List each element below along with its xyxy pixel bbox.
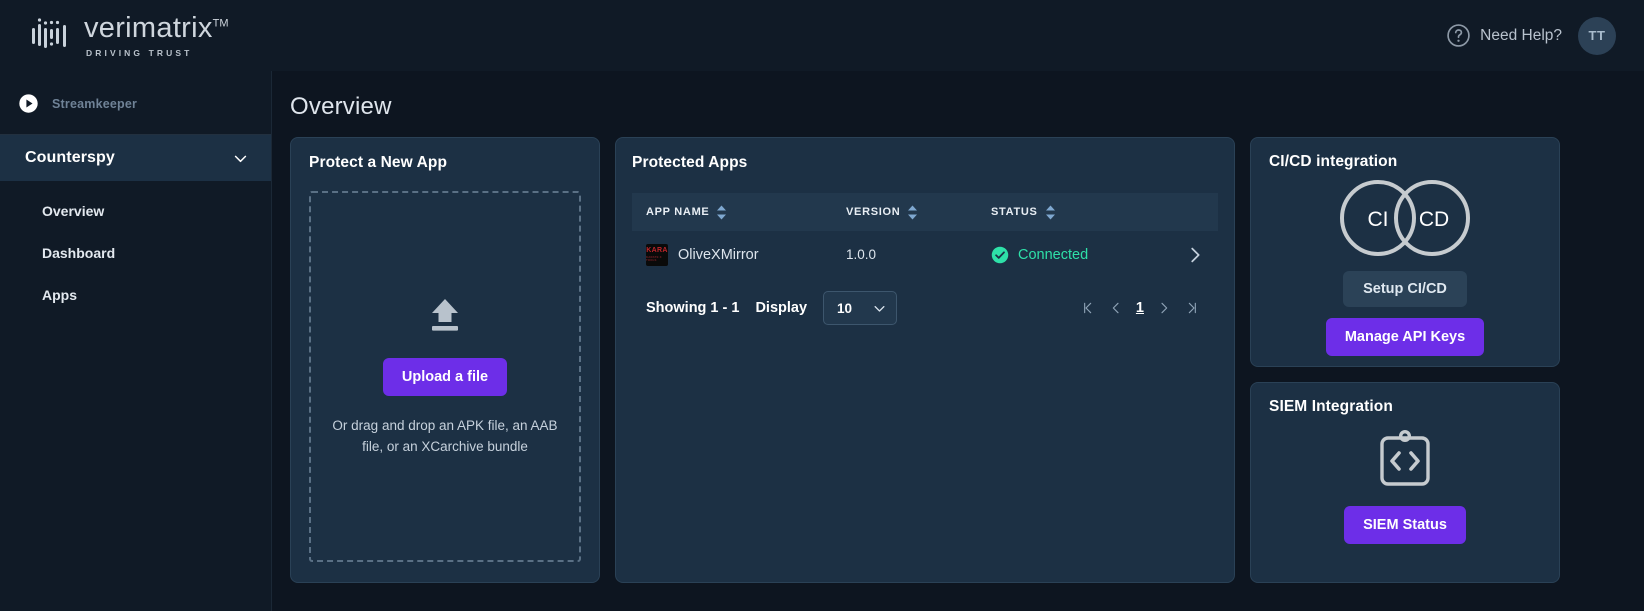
sidebar-group-counterspy[interactable]: Counterspy — [0, 135, 271, 181]
need-help-label: Need Help? — [1480, 26, 1562, 44]
top-bar: verimatrixTM DRIVING TRUST Need Help? TT — [0, 0, 1644, 71]
column-label: STATUS — [991, 206, 1038, 218]
cicd-integration-card: CI/CD integration CI CD Setup CI/CD Mana… — [1250, 137, 1560, 367]
prev-page-icon — [1112, 302, 1119, 314]
pagination: 1 — [1080, 300, 1204, 316]
siem-art — [1269, 429, 1541, 491]
app-name-cell: KARA KARATE X TOOLS OliveXMirror — [646, 243, 846, 266]
status-badge: Connected — [991, 246, 1191, 264]
cicd-art: CI CD — [1269, 177, 1541, 259]
sort-arrows-icon — [908, 205, 918, 219]
page-number-1[interactable]: 1 — [1136, 300, 1144, 316]
clipboard-code-icon — [1380, 429, 1430, 486]
chevron-down-icon — [234, 155, 247, 162]
question-circle-icon — [1447, 24, 1470, 47]
avatar[interactable]: TT — [1578, 16, 1616, 55]
status-label: Connected — [1018, 246, 1089, 263]
cicd-circle-right-label: CD — [1419, 208, 1449, 231]
sidebar-item-label: Dashboard — [42, 245, 116, 261]
brand-tagline: DRIVING TRUST — [86, 47, 193, 58]
display-label: Display — [755, 300, 808, 316]
avatar-initials: TT — [1588, 28, 1606, 43]
sort-arrows-icon — [717, 205, 727, 219]
last-page-button[interactable] — [1184, 300, 1200, 316]
setup-cicd-button[interactable]: Setup CI/CD — [1343, 271, 1467, 307]
chevron-down-icon — [874, 305, 885, 312]
dropzone-hint: Or drag and drop an APK file, an AAB fil… — [332, 417, 558, 454]
next-page-button[interactable] — [1156, 300, 1172, 316]
sort-arrows-icon — [1045, 205, 1055, 219]
right-column: CI/CD integration CI CD Setup CI/CD Mana… — [1250, 137, 1560, 583]
sidebar-item-label: Apps — [42, 287, 77, 303]
prev-page-button[interactable] — [1108, 300, 1124, 316]
file-dropzone[interactable]: Upload a file Or drag and drop an APK fi… — [309, 191, 581, 562]
table-row[interactable]: KARA KARATE X TOOLS OliveXMirror 1.0.0 C… — [632, 231, 1218, 278]
last-page-icon — [1188, 302, 1196, 314]
manage-api-keys-button[interactable]: Manage API Keys — [1325, 318, 1485, 356]
chevron-right-icon[interactable] — [1184, 244, 1206, 266]
table-footer-left: Showing 1 - 1 Display 10 — [646, 291, 898, 325]
main-content: Overview Protect a New App Upload a file… — [272, 71, 1644, 611]
first-page-icon — [1084, 302, 1092, 314]
column-header-status[interactable]: STATUS — [991, 205, 1191, 220]
protected-apps-card: Protected Apps APP NAME VERSION STATUS K… — [615, 137, 1235, 583]
sidebar-item-overview[interactable]: Overview — [0, 195, 271, 227]
infinity-cicd-icon: CI CD — [1340, 180, 1470, 256]
column-label: VERSION — [846, 206, 901, 218]
column-header-version[interactable]: VERSION — [846, 205, 991, 220]
first-page-button[interactable] — [1080, 300, 1096, 316]
cicd-card-title: CI/CD integration — [1269, 153, 1398, 170]
check-circle-icon — [991, 246, 1009, 263]
app-thumbnail-text: KARA — [646, 247, 668, 255]
siem-status-button[interactable]: SIEM Status — [1344, 506, 1466, 544]
upload-file-button[interactable]: Upload a file — [382, 357, 508, 396]
sidebar: Streamkeeper Counterspy Overview Dashboa… — [0, 71, 272, 611]
showing-count: Showing 1 - 1 — [646, 300, 740, 316]
sidebar-item-dashboard[interactable]: Dashboard — [0, 237, 271, 269]
brand-wordmark: verimatrixTM DRIVING TRUST — [84, 11, 229, 58]
column-header-app-name[interactable]: APP NAME — [646, 205, 846, 220]
table-header-row: APP NAME VERSION STATUS — [632, 193, 1218, 231]
brand-name: verimatrixTM — [84, 11, 229, 44]
cicd-circle-left-label: CI — [1368, 208, 1389, 231]
sidebar-group-label: Counterspy — [25, 149, 115, 166]
verimatrix-mark-icon — [32, 17, 66, 48]
sidebar-product-label: Streamkeeper — [52, 96, 138, 111]
play-circle-icon — [19, 94, 38, 113]
need-help-button[interactable]: Need Help? — [1446, 23, 1562, 48]
page-size-value: 10 — [837, 300, 853, 316]
sidebar-product-streamkeeper[interactable]: Streamkeeper — [0, 71, 271, 135]
sidebar-nav-list: Overview Dashboard Apps — [0, 181, 271, 311]
protected-apps-title: Protected Apps — [632, 154, 748, 171]
cicd-buttons: Setup CI/CD Manage API Keys — [1269, 271, 1541, 356]
sidebar-item-label: Overview — [42, 203, 105, 219]
app-thumbnail-subtext: KARATE X TOOLS — [646, 255, 662, 262]
page-title: Overview — [290, 93, 392, 120]
protect-new-app-card: Protect a New App Upload a file Or drag … — [290, 137, 600, 583]
protect-card-title: Protect a New App — [309, 154, 448, 171]
app-name: OliveXMirror — [678, 246, 759, 263]
table-footer: Showing 1 - 1 Display 10 1 — [632, 278, 1218, 338]
column-label: APP NAME — [646, 206, 710, 218]
siem-buttons: SIEM Status — [1269, 506, 1541, 544]
page-size-select[interactable]: 10 — [823, 291, 898, 325]
app-thumbnail-icon: KARA KARATE X TOOLS — [646, 243, 668, 266]
sidebar-item-apps[interactable]: Apps — [0, 279, 271, 311]
siem-card-title: SIEM Integration — [1269, 398, 1393, 415]
upload-arrow-icon — [432, 298, 458, 331]
dashboard-columns: Protect a New App Upload a file Or drag … — [290, 137, 1618, 583]
app-version: 1.0.0 — [846, 247, 877, 262]
top-bar-actions: Need Help? TT — [1446, 16, 1616, 55]
brand-tm: TM — [212, 16, 229, 29]
protected-apps-table: APP NAME VERSION STATUS KARA KARATE X TO… — [632, 193, 1218, 338]
brand-logo[interactable]: verimatrixTM DRIVING TRUST — [30, 11, 229, 58]
siem-integration-card: SIEM Integration SIEM Status — [1250, 382, 1560, 583]
next-page-icon — [1161, 302, 1168, 314]
